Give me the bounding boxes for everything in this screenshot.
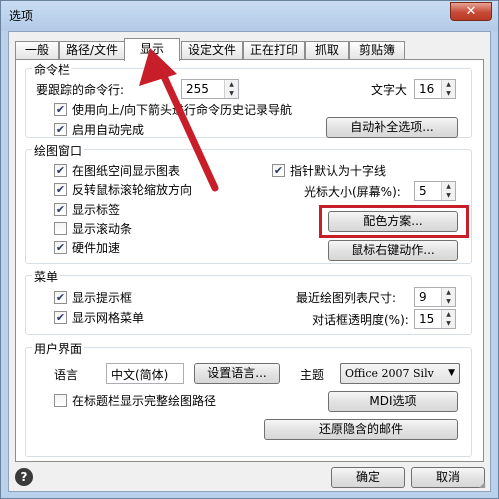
spin-down-icon[interactable]: ▼ <box>442 297 455 306</box>
tab-general[interactable]: 一般 <box>15 41 59 60</box>
arrow-nav-label: 使用向上/向下箭头进行命令历史记录导航 <box>72 103 293 117</box>
cursor-size-label: 光标大小(屏幕%): <box>304 185 401 199</box>
dialog-opacity-label: 对话框透明度(%): <box>312 313 409 327</box>
spin-up-icon[interactable]: ▲ <box>225 80 238 89</box>
tab-snap[interactable]: 抓取 <box>305 41 349 60</box>
recent-list-label: 最近绘图列表尺寸: <box>296 291 397 305</box>
color-scheme-highlight <box>319 205 469 238</box>
autocomplete-checkbox[interactable]: ✔ <box>54 123 67 136</box>
dialog-opacity-spinner[interactable]: 15 ▲ ▼ <box>414 309 456 329</box>
ui-title: 用户界面 <box>32 340 85 357</box>
recent-list-spinner[interactable]: 9 ▲ ▼ <box>414 287 456 307</box>
font-size-spinner[interactable]: 16 ▲ ▼ <box>414 79 456 99</box>
arrow-nav-checkbox[interactable]: ✔ <box>54 103 67 116</box>
font-size-value: 16 <box>419 82 435 96</box>
resize-grip-icon[interactable]: ◢ <box>479 480 489 490</box>
spin-down-icon[interactable]: ▼ <box>442 89 455 98</box>
drawing-window-group: 绘图窗口 ✔ 在图纸空间显示图表 ✔ 反转鼠标滚轮缩放方向 ✔ 显示标签 显示滚… <box>25 142 472 264</box>
menu-group: 菜单 ✔ 显示提示框 ✔ 显示网格菜单 最近绘图列表尺寸: 9 ▲ ▼ 对话框透明… <box>25 268 472 335</box>
menu-title: 菜单 <box>32 268 61 285</box>
grid-menu-label: 显示网格菜单 <box>72 311 145 325</box>
reverse-wheel-checkbox[interactable]: ✔ <box>54 183 67 196</box>
restore-mail-button[interactable]: 还原隐含的邮件 <box>264 419 458 440</box>
hw-accel-checkbox[interactable]: ✔ <box>54 241 67 254</box>
spin-up-icon[interactable]: ▲ <box>442 310 455 319</box>
cursor-size-value: 5 <box>419 184 427 198</box>
spin-down-icon[interactable]: ▼ <box>442 319 455 328</box>
window-title: 选项 <box>9 9 34 23</box>
language-field[interactable]: 中文(简体) <box>106 363 184 384</box>
spin-up-icon[interactable]: ▲ <box>442 288 455 297</box>
right-click-button[interactable]: 鼠标右键动作... <box>328 240 458 261</box>
show-tips-label: 显示提示框 <box>72 291 133 305</box>
title-path-label: 在标题栏显示完整绘图路径 <box>72 394 217 408</box>
show-tips-checkbox[interactable]: ✔ <box>54 291 67 304</box>
ui-group: 用户界面 语言 中文(简体) 设置语言... 主题 Office 2007 Si… <box>25 340 472 457</box>
cursor-size-spinner[interactable]: 5 ▲ ▼ <box>414 181 456 201</box>
tab-printing[interactable]: 正在打印 <box>243 41 305 60</box>
spin-up-icon[interactable]: ▲ <box>442 182 455 191</box>
title-bar[interactable]: 选项 ✕ <box>1 1 498 31</box>
help-icon[interactable]: ? <box>15 468 33 486</box>
spin-up-icon[interactable]: ▲ <box>442 80 455 89</box>
show-icon-label: 在图纸空间显示图表 <box>72 164 181 178</box>
command-bar-group: 命令栏 要跟踪的命令行: 255 ▲ ▼ 文字大 16 ▲ ▼ ✔ 使用向上/向下箭… <box>25 61 472 138</box>
tab-clipboard[interactable]: 剪贴簿 <box>349 41 405 60</box>
show-tabs-label: 显示标签 <box>72 203 121 217</box>
spin-down-icon[interactable]: ▼ <box>442 191 455 200</box>
options-dialog: 选项 ✕ 一般 路径/文件 显示 设定文件 正在打印 抓取 剪贴簿 命令栏 要跟… <box>0 0 499 499</box>
display-tab-panel: 命令栏 要跟踪的命令行: 255 ▲ ▼ 文字大 16 ▲ ▼ ✔ 使用向上/向下箭… <box>15 59 484 462</box>
reverse-wheel-label: 反转鼠标滚轮缩放方向 <box>72 183 193 197</box>
crosshair-checkbox[interactable]: ✔ <box>272 164 285 177</box>
crosshair-label: 指针默认为十字线 <box>290 164 387 178</box>
history-lines-spinner[interactable]: 255 ▲ ▼ <box>181 79 239 99</box>
language-label: 语言 <box>54 368 79 382</box>
show-scrollbars-label: 显示滚动条 <box>72 222 133 236</box>
theme-select[interactable]: Office 2007 Silv ▼ <box>340 363 460 384</box>
hw-accel-label: 硬件加速 <box>72 241 121 255</box>
title-path-checkbox[interactable] <box>54 394 67 407</box>
show-icon-checkbox[interactable]: ✔ <box>54 164 67 177</box>
grid-menu-checkbox[interactable]: ✔ <box>54 311 67 324</box>
autocomplete-options-button[interactable]: 自动补全选项... <box>326 117 458 138</box>
tab-display[interactable]: 显示 <box>124 38 180 61</box>
autocomplete-label: 启用自动完成 <box>72 123 145 137</box>
cancel-button[interactable]: 取消 <box>411 467 485 488</box>
recent-list-value: 9 <box>419 290 427 304</box>
theme-value: Office 2007 Silv <box>345 367 434 380</box>
ok-button[interactable]: 确定 <box>331 467 405 488</box>
history-lines-label: 要跟踪的命令行: <box>36 83 125 97</box>
theme-label: 主题 <box>300 368 325 382</box>
dropdown-icon: ▼ <box>448 368 455 378</box>
spin-down-icon[interactable]: ▼ <box>225 89 238 98</box>
show-scrollbars-checkbox[interactable] <box>54 222 67 235</box>
show-tabs-checkbox[interactable]: ✔ <box>54 203 67 216</box>
history-lines-value: 255 <box>186 82 209 96</box>
command-bar-title: 命令栏 <box>32 61 73 78</box>
dialog-body: 一般 路径/文件 显示 设定文件 正在打印 抓取 剪贴簿 命令栏 要跟踪的命令行… <box>8 31 491 492</box>
set-language-button[interactable]: 设置语言... <box>194 363 280 384</box>
drawing-window-title: 绘图窗口 <box>32 142 85 159</box>
close-button[interactable]: ✕ <box>450 2 492 21</box>
tab-profiles[interactable]: 设定文件 <box>181 41 243 60</box>
dialog-opacity-value: 15 <box>419 312 435 326</box>
mdi-options-button[interactable]: MDI选项 <box>328 391 458 412</box>
tab-paths-files[interactable]: 路径/文件 <box>59 41 125 60</box>
font-size-label: 文字大 <box>371 83 408 97</box>
